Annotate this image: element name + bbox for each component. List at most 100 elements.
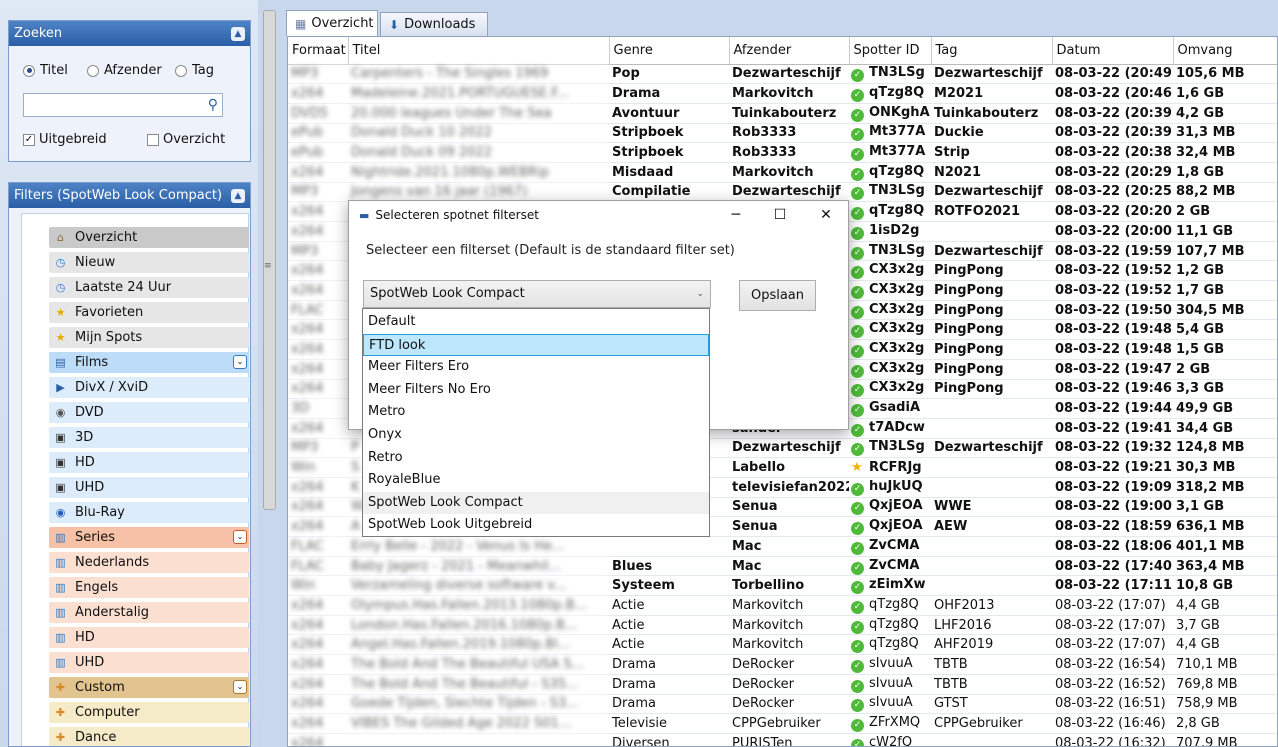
sidebar-item[interactable]: ◷ Laatste 24 Uur [49, 277, 249, 298]
table-row[interactable]: x264 The Bold And The Beautiful - S35... D… [288, 674, 1277, 695]
sidebar-item[interactable]: ▥ UHD [49, 652, 249, 673]
table-row[interactable]: FLAC Errly Belle - 2022 - Venus Is He... M… [288, 536, 1277, 557]
table-row[interactable]: ePub Donald Duck 09 2022 Stripboek Rob3333 ✓… [288, 142, 1277, 163]
column-header[interactable]: Titel [348, 37, 610, 65]
dropdown-option[interactable]: Default [363, 311, 709, 334]
dropdown-option[interactable]: RoyaleBlue [363, 469, 709, 492]
table-row[interactable]: MP3 Carpenters - The Singles 1969 Pop Dezwa… [288, 64, 1277, 85]
check-icon: ✓ [851, 423, 864, 437]
dropdown-option[interactable]: SpotWeb Look Uitgebreid [363, 514, 709, 537]
table-row[interactable]: x264 Goede Tijden, Slechte Tijden - S3...… [288, 694, 1277, 715]
dropdown-option[interactable]: Onyx [363, 424, 709, 447]
tab-downloads[interactable]: ⬇ Downloads [380, 12, 488, 36]
filters-panel-header[interactable]: Filters (SpotWeb Look Compact) ▲ [9, 183, 250, 208]
dropdown-option[interactable]: Meer Filters No Ero [363, 379, 709, 402]
splitter[interactable]: ≡ [261, 5, 277, 747]
search-icon[interactable]: ⚲ [208, 97, 218, 113]
sidebar-item[interactable]: ✚ Computer [49, 702, 249, 723]
sidebar-item[interactable]: ◷ Nieuw [49, 252, 249, 273]
radio-titel[interactable]: Titel [23, 63, 68, 78]
dropdown-option[interactable]: Retro [363, 447, 709, 470]
cell-afzender: Tuinkabouterz [729, 103, 849, 124]
3d-icon: ▣ [55, 431, 66, 444]
radio-afzender[interactable]: Afzender [87, 63, 162, 78]
minimize-icon[interactable]: ─ [713, 201, 759, 229]
check-icon: ✓ [851, 226, 864, 240]
search-input[interactable]: ⚲ [23, 93, 223, 117]
sidebar-item[interactable]: ◉ Blu-Ray [49, 502, 249, 523]
filter-tree: ⌂ Overzicht ◷ Nieuw ◷ Laatste 24 Uur ★ Favoriet… [21, 213, 249, 746]
cell-spotter: ✓ t7ADcw [849, 418, 931, 439]
column-header[interactable]: Formaat [288, 37, 349, 65]
checkbox-overzicht[interactable]: Overzicht [147, 132, 225, 147]
dropdown-option[interactable]: Meer Filters Ero [363, 356, 709, 379]
close-icon[interactable]: ✕ [803, 201, 849, 229]
chevron-down-icon[interactable]: ⌄ [233, 680, 247, 694]
grip-icon[interactable]: ≡ [264, 261, 272, 271]
table-row[interactable]: x264 The Bold And The Beautiful USA S... D… [288, 654, 1277, 675]
table-row[interactable]: x264 Angel.Has.Fallen.2019.1080p.Bl... Act… [288, 634, 1277, 656]
checkbox-uitgebreid[interactable]: ✓ Uitgebreid [23, 132, 107, 147]
sidebar-item[interactable]: ▥ Nederlands [49, 552, 249, 573]
collapse-icon[interactable]: ▲ [231, 188, 245, 203]
sidebar-item[interactable]: ▤ Films ⌄ [49, 352, 249, 373]
cell-datum: 08-03-22 (20:46) [1052, 83, 1173, 104]
table-row[interactable]: x264 Olympus.Has.Fallen.2013.1080p.B... Ac… [288, 595, 1277, 616]
maximize-icon[interactable]: ☐ [757, 201, 803, 229]
table-row[interactable]: x264 Diversen PURISTen ✓ cW2fQ 08-03-22 (16:3… [288, 733, 1277, 746]
chevron-down-icon[interactable]: ⌄ [233, 355, 247, 369]
save-button[interactable]: Opslaan [739, 280, 816, 311]
splitter-scrollbar[interactable] [263, 10, 276, 510]
sidebar-item[interactable]: ▥ Series ⌄ [49, 527, 249, 548]
clock-icon: ◷ [55, 256, 66, 269]
collapse-icon[interactable]: ▲ [231, 26, 245, 41]
sidebar-item[interactable]: ▣ 3D [49, 427, 249, 448]
chevron-down-icon[interactable]: ⌄ [233, 530, 247, 544]
column-header[interactable]: Genre [609, 37, 730, 65]
sidebar-item[interactable]: ★ Favorieten [49, 302, 249, 323]
sidebar-item[interactable]: ▶ DivX / XviD [49, 377, 249, 398]
cell-afzender: Markovitch [729, 615, 849, 636]
sidebar-item[interactable]: ✚ Dance [49, 727, 249, 746]
filterset-combo[interactable]: SpotWeb Look Compact ⌄ [363, 280, 711, 308]
cell-datum: 08-03-22 (17:11) [1052, 575, 1173, 597]
sidebar-item[interactable]: ★ Mijn Spots [49, 327, 249, 348]
cell-tag: N2021 [931, 162, 1052, 183]
column-header[interactable]: Afzender [729, 37, 850, 65]
sidebar-item[interactable]: ▥ Engels [49, 577, 249, 598]
sidebar-item[interactable]: ▣ UHD [49, 477, 249, 498]
table-row[interactable]: x264 Madeleine.2021.PORTUGUESE.F... Drama M… [288, 83, 1277, 104]
tab-overzicht[interactable]: ▦ Overzicht [286, 10, 378, 36]
cell-formaat: x264 [288, 733, 348, 746]
dropdown-option[interactable]: Metro [363, 401, 709, 424]
column-header[interactable]: Spotter ID [849, 37, 932, 65]
sidebar-item[interactable]: ▣ HD [49, 452, 249, 473]
sidebar-item[interactable]: ⌂ Overzicht [49, 227, 249, 248]
cell-omvang: 32,4 MB [1173, 142, 1277, 163]
sidebar-item[interactable]: ▥ HD [49, 627, 249, 648]
table-row[interactable]: Win Verzameling diverse software v... Syst… [288, 575, 1277, 597]
table-row[interactable]: MP3 Jongens van 16 jaar (1967) Compilatie D… [288, 182, 1277, 203]
table-row[interactable]: ePub Donald Duck 10 2022 Stripboek Rob3333 ✓… [288, 123, 1277, 144]
table-row[interactable]: x264 London.Has.Fallen.2016.1080p.B... Act… [288, 615, 1277, 636]
cell-omvang: 3,1 GB [1173, 497, 1277, 518]
sidebar-item[interactable]: ✚ Custom ⌄ [49, 677, 249, 698]
chevron-down-icon[interactable]: ⌄ [696, 289, 704, 299]
dropdown-option[interactable]: FTD look [363, 333, 709, 357]
table-row[interactable]: x264 Nightride.2021.1080p.WEBRip Misdaad Ma… [288, 162, 1277, 183]
table-row[interactable]: x264 VIBES The Gilded Age 2022 S01... Tele… [288, 713, 1277, 734]
cell-omvang: 1,7 GB [1173, 280, 1277, 301]
column-header[interactable]: Omvang [1173, 37, 1277, 65]
table-row[interactable]: FLAC Baby Jagerz - 2021 - Meanwhil... Blue… [288, 556, 1277, 577]
table-row[interactable]: DVD5 20.000 leagues Under The Sea Avontuur… [288, 103, 1277, 124]
sidebar-item[interactable]: ▥ Anderstalig [49, 602, 249, 623]
column-header[interactable]: Datum [1052, 37, 1174, 65]
cell-titel: The Bold And The Beautiful USA S... [348, 654, 609, 675]
search-panel-header[interactable]: Zoeken ▲ [9, 21, 250, 46]
sidebar-item[interactable]: ◉ DVD [49, 402, 249, 423]
radio-tag[interactable]: Tag [175, 63, 214, 78]
cell-datum: 08-03-22 (18:06) [1052, 536, 1173, 557]
column-header[interactable]: Tag [931, 37, 1053, 65]
dropdown-option[interactable]: SpotWeb Look Compact [363, 491, 709, 515]
cell-spotter: ✓ CX3x2g [849, 379, 931, 400]
